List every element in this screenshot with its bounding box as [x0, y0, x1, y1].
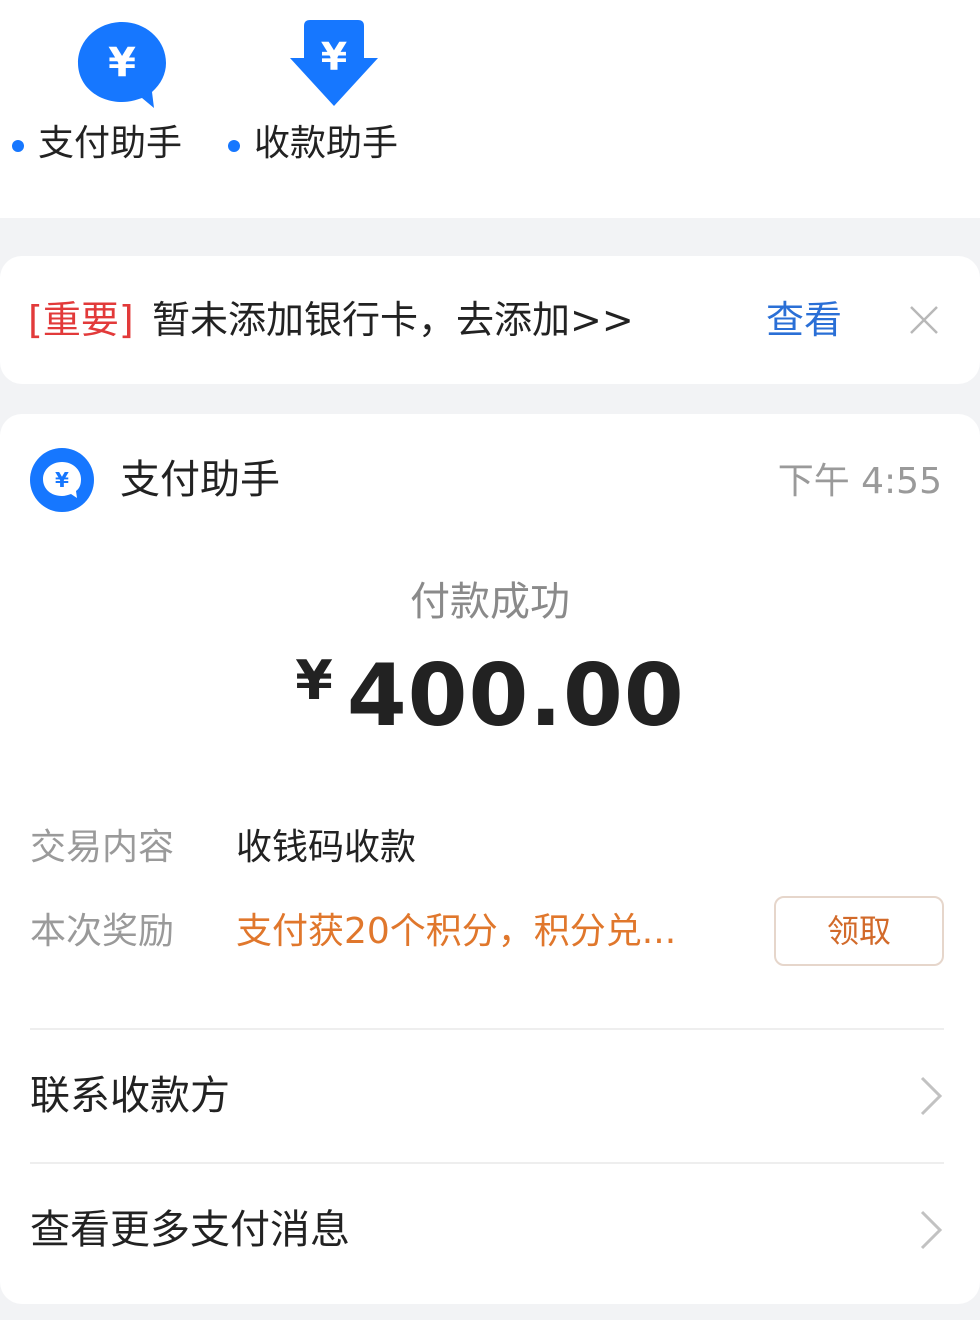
- bullet-dot: [228, 140, 240, 152]
- chevron-right-icon: [916, 1206, 946, 1254]
- notice-message[interactable]: 暂未添加银行卡，去添加>>: [152, 296, 634, 344]
- top-shortcuts: ¥ 支付助手 ¥ 收款助手: [0, 0, 980, 218]
- reward-label: 本次奖励: [30, 911, 175, 952]
- currency-symbol: ¥: [295, 649, 333, 712]
- amount-value: 400.00: [346, 646, 685, 746]
- svg-text:¥: ¥: [108, 40, 136, 86]
- more-payment-messages-label: 查看更多支付消息: [30, 1207, 350, 1253]
- svg-text:¥: ¥: [321, 35, 347, 79]
- shortcut-label: 收款助手: [254, 123, 399, 164]
- yen-download-arrow-icon: ¥: [284, 18, 384, 113]
- transaction-content-value: 收钱码收款: [236, 827, 417, 868]
- close-icon[interactable]: [906, 302, 942, 338]
- bank-card-notice: [重要] 暂未添加银行卡，去添加>> 查看: [0, 256, 980, 384]
- reward-value[interactable]: 支付获20个积分，积分兑...: [236, 908, 722, 956]
- svg-text:¥: ¥: [55, 468, 69, 492]
- more-payment-messages-row[interactable]: 查看更多支付消息: [0, 1166, 980, 1294]
- view-link[interactable]: 查看: [766, 296, 842, 344]
- message-sender: 支付助手: [120, 457, 280, 503]
- payment-assistant-avatar-icon: ¥: [30, 448, 94, 512]
- claim-reward-button[interactable]: 领取: [774, 896, 944, 966]
- shortcut-label: 支付助手: [38, 123, 183, 164]
- chevron-right-icon: [916, 1072, 946, 1120]
- contact-payee-label: 联系收款方: [30, 1073, 230, 1119]
- message-time: 下午 4:55: [777, 461, 942, 502]
- payment-message-card: ¥ 支付助手 下午 4:55 付款成功 ¥400.00 交易内容 收钱码收款 本…: [0, 414, 980, 1304]
- important-tag: [重要]: [28, 298, 134, 342]
- contact-payee-row[interactable]: 联系收款方: [0, 1032, 980, 1160]
- payment-amount: ¥400.00: [0, 646, 980, 746]
- transaction-content-label: 交易内容: [30, 827, 175, 868]
- divider: [30, 1028, 944, 1030]
- yen-chat-bubble-icon: ¥: [72, 18, 172, 113]
- payment-status: 付款成功: [410, 579, 570, 625]
- divider: [30, 1162, 944, 1164]
- bullet-dot: [12, 140, 24, 152]
